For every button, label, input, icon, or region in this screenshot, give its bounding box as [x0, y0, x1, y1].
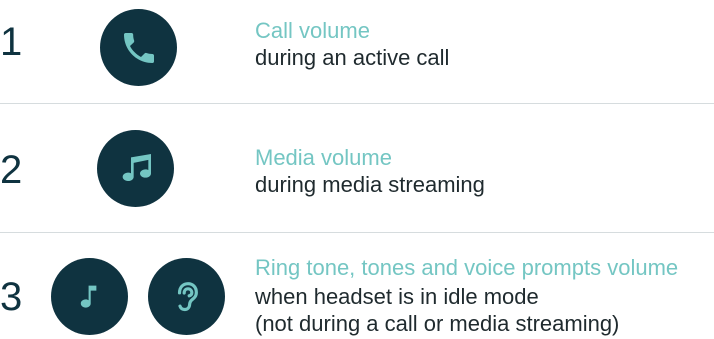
music-note-icon: [51, 258, 128, 335]
row-title: Media volume: [255, 145, 392, 170]
row-description: (not during a call or media streaming): [255, 311, 620, 336]
music-notes-icon: [97, 130, 174, 207]
row-description: during an active call: [255, 45, 450, 70]
divider: [0, 103, 714, 104]
ear-icon: [148, 258, 225, 335]
phone-icon: [100, 9, 177, 86]
row-title: Ring tone, tones and voice prompts volum…: [255, 255, 679, 280]
divider: [0, 232, 714, 233]
row-description: during media streaming: [255, 172, 485, 197]
row-title: Call volume: [255, 18, 370, 43]
row-number: 3: [0, 275, 23, 319]
row-description: when headset is in idle mode: [255, 284, 539, 309]
row-number: 1: [0, 20, 23, 64]
row-number: 2: [0, 148, 23, 192]
